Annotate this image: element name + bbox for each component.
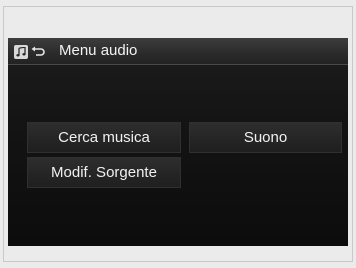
- search-music-label: Cerca musica: [58, 129, 150, 146]
- change-source-button[interactable]: Modif. Sorgente: [27, 157, 181, 188]
- header-icons: [14, 44, 46, 60]
- display-screen: Menu audio Cerca musica Suono Modif. Sor…: [8, 38, 348, 246]
- page-frame: Menu audio Cerca musica Suono Modif. Sor…: [0, 0, 356, 268]
- sound-button[interactable]: Suono: [189, 122, 342, 153]
- music-note-icon: [14, 45, 28, 59]
- page-title: Menu audio: [59, 42, 138, 59]
- header-bar: Menu audio: [8, 38, 348, 65]
- change-source-label: Modif. Sorgente: [51, 164, 157, 181]
- sound-label: Suono: [243, 129, 288, 146]
- search-music-button[interactable]: Cerca musica: [27, 122, 181, 153]
- back-arrow-icon[interactable]: [30, 45, 46, 59]
